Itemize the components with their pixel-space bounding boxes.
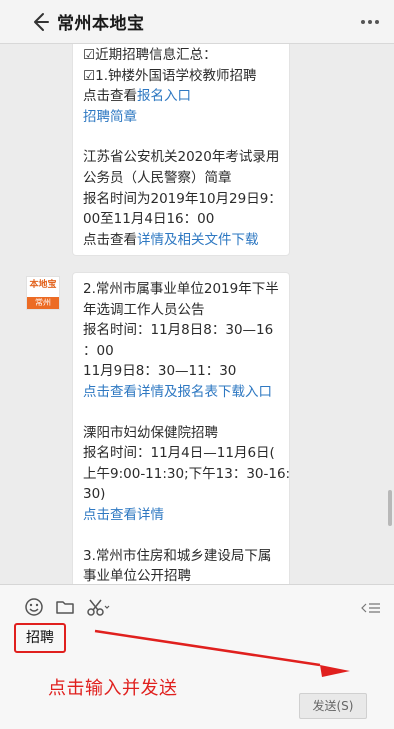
link-prefix: 点击查看 xyxy=(83,88,137,105)
message-link[interactable]: 详情及相关文件下载 xyxy=(137,232,259,248)
avatar-city-text: 常州 xyxy=(27,297,59,309)
message-text: 2.常州市属事业单位2019年下半 xyxy=(83,281,279,297)
message-text-line: 00至11月4日16：00 xyxy=(83,209,279,230)
message-link-line[interactable]: 招聘简章 xyxy=(83,107,279,128)
message-text: 3.常州市住房和城乡建设局下属 xyxy=(83,547,272,564)
typed-text[interactable]: 招聘 xyxy=(14,623,66,653)
message-text-line: 11月9日8：30—11：30 xyxy=(83,361,279,382)
message-text-line: 溧阳市妇幼保健院招聘 xyxy=(83,423,279,444)
message-text-line: 报名时间为2019年10月29日9： xyxy=(83,189,282,210)
input-panel: 招聘 点击输入并发送 发送(S) xyxy=(0,584,394,729)
message-text: 公务员（人民警察）简章 xyxy=(83,169,232,186)
message-text-line: 年选调工作人员公告 xyxy=(83,300,279,321)
page-title: 常州本地宝 xyxy=(57,14,145,34)
message-link[interactable]: 点击查看详情及报名表下载入口 xyxy=(83,384,272,400)
top-bar: 常州本地宝 xyxy=(0,0,394,44)
message-text-line: 报名时间：11月4日—11月6日( xyxy=(83,443,279,464)
message-text-line: 上午9:00-11:30;下午13：30-16: xyxy=(83,464,290,485)
message-text-line: ☑1.钟楼外国语学校教师招聘 xyxy=(83,66,279,87)
avatar[interactable]: 本地宝 常州 xyxy=(26,276,60,310)
chat-area[interactable]: ☑近期招聘信息汇总： ☑1.钟楼外国语学校教师招聘 点击查看报名入口 招聘简章 江苏省公… xyxy=(0,44,394,584)
folder-icon[interactable] xyxy=(55,597,75,617)
message-text: 事业单位公开招聘 xyxy=(83,568,191,584)
message-text-line: 公务员（人民警察）简章 xyxy=(83,168,279,189)
message-text: 报名时间为2019年10月29日9： xyxy=(83,190,282,207)
message-text: ☑近期招聘信息汇总： xyxy=(83,47,217,63)
message-text: 上午9:00-11:30;下午13：30-16: xyxy=(83,465,291,482)
more-icon[interactable] xyxy=(360,14,380,30)
send-button[interactable]: 发送(S) xyxy=(299,693,367,719)
message-text: 报名时间：11月8日8：30—16 xyxy=(83,322,274,339)
emoji-icon[interactable] xyxy=(24,597,44,617)
message-text-line: 30) xyxy=(83,484,279,505)
message-link[interactable]: 点击查看详情 xyxy=(83,507,164,523)
link-prefix: 点击查看 xyxy=(83,231,137,248)
message-text: 江苏省公安机关2020年考试录用 xyxy=(83,149,280,166)
message-link-line[interactable]: 点击查看详情及相关文件下载 xyxy=(83,230,279,251)
message-link[interactable]: 招聘简章 xyxy=(83,109,137,125)
message-link-line[interactable]: 点击查看详情及报名表下载入口 xyxy=(83,382,279,403)
message-text-line: ：00 xyxy=(83,341,279,362)
message-link-line[interactable]: 点击查看报名入口 xyxy=(83,86,279,107)
message-text-line: 3.常州市住房和城乡建设局下属 xyxy=(83,546,279,567)
message-text-line: ☑近期招聘信息汇总： xyxy=(83,45,279,66)
message-text: 00至11月4日16：00 xyxy=(83,211,215,228)
message-text-line: 事业单位公开招聘 xyxy=(83,566,279,584)
back-arrow-icon[interactable] xyxy=(28,10,52,34)
message-text: ☑1.钟楼外国语学校教师招聘 xyxy=(83,67,257,84)
annotation-text: 点击输入并发送 xyxy=(48,678,178,699)
message-text: 溧阳市妇幼保健院招聘 xyxy=(83,424,218,441)
message-text-line: 报名时间：11月8日8：30—16 xyxy=(83,320,279,341)
collapse-icon[interactable] xyxy=(360,601,382,615)
scissors-icon[interactable] xyxy=(86,597,110,617)
avatar-logo-text: 本地宝 xyxy=(27,277,59,297)
message-link-line[interactable]: 点击查看详情 xyxy=(83,505,279,526)
message-bubble: ☑近期招聘信息汇总： ☑1.钟楼外国语学校教师招聘 点击查看报名入口 招聘简章 江苏省公… xyxy=(72,44,290,256)
scrollbar[interactable] xyxy=(388,490,392,526)
message-link[interactable]: 报名入口 xyxy=(137,88,191,104)
message-text: 11月9日8：30—11：30 xyxy=(83,363,237,380)
message-text: 年选调工作人员公告 xyxy=(83,301,205,318)
message-text: 报名时间：11月4日—11月6日( xyxy=(83,445,275,462)
message-text: 30) xyxy=(83,486,106,503)
message-bubble: 2.常州市属事业单位2019年下半 年选调工作人员公告报名时间：11月8日8：30… xyxy=(72,272,290,584)
message-text-line: 江苏省公安机关2020年考试录用 xyxy=(83,147,279,168)
message-text: ：00 xyxy=(83,342,114,359)
message-text-line: 2.常州市属事业单位2019年下半 xyxy=(83,279,279,300)
